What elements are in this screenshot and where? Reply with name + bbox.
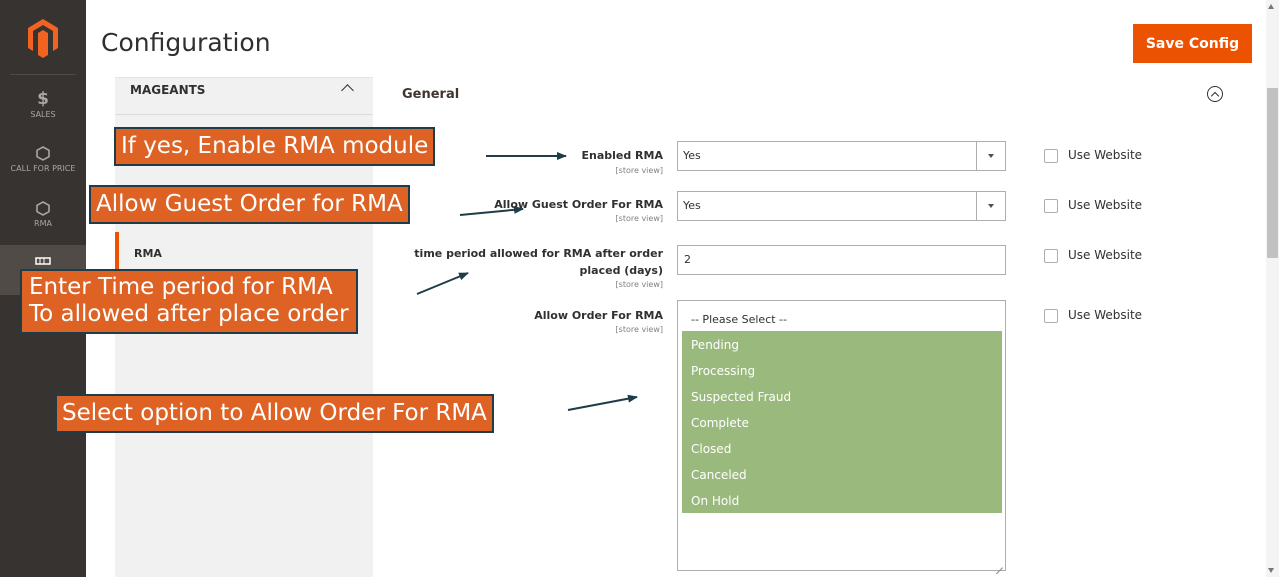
option-complete[interactable]: Complete [682,409,1002,435]
option-on-hold[interactable]: On Hold [682,487,1002,513]
scope-label: [store view] [615,325,663,334]
use-website-checkbox[interactable] [1044,199,1058,213]
scrollbar-thumb[interactable] [1267,88,1278,258]
tab-rma[interactable]: RMA [134,247,162,260]
nav-item-rma[interactable]: RMA [0,201,86,228]
save-config-button[interactable]: Save Config [1133,24,1252,63]
option-pending[interactable]: Pending [682,331,1002,357]
nav-item-label: RMA [34,219,52,228]
chevron-down-icon[interactable] [976,192,1005,220]
nav-item-call-for-price[interactable]: CALL FOR PRICE [0,146,86,173]
use-website-checkbox[interactable] [1044,249,1058,263]
callout-enable-module: If yes, Enable RMA module [114,127,436,166]
option-closed[interactable]: Closed [682,435,1002,461]
callout-time-period: Enter Time period for RMA To allowed aft… [20,269,358,334]
allow-guest-label: Allow Guest Order For RMA [494,198,663,211]
scroll-down-icon[interactable] [1268,568,1274,573]
allow-guest-select[interactable]: Yes [677,191,1006,221]
enabled-rma-label: Enabled RMA [581,149,663,162]
tab-group-mageants[interactable]: MAGEANTS [115,78,373,115]
store-icon [35,257,51,265]
use-website-checkbox[interactable] [1044,309,1058,323]
callout-line: Enter Time period for RMA [29,274,333,300]
scroll-up-icon[interactable] [1268,4,1274,9]
hexagon-icon [36,146,50,161]
nav-divider [10,74,76,75]
use-website-label: Use Website [1068,198,1143,212]
chevron-up-icon [341,84,354,97]
scope-label: [store view] [615,280,663,289]
active-tab-indicator [115,232,119,272]
use-website-label: Use Website [1068,248,1143,262]
option-suspected-fraud[interactable]: Suspected Fraud [682,383,1002,409]
dollar-icon: $ [37,89,49,109]
scrollbar[interactable] [1266,0,1279,577]
nav-item-sales[interactable]: $ SALES [0,90,86,119]
callout-line: To allowed after place order [29,301,349,327]
arrow-allow-order [567,394,638,411]
magento-logo-icon[interactable] [26,18,60,58]
collapse-toggle-icon[interactable] [1207,86,1223,102]
allow-order-multiselect[interactable]: -- Please Select -- Pending Processing S… [677,300,1006,571]
selected-value: Yes [683,199,701,212]
time-period-label: time period allowed for RMA after order [414,247,663,260]
callout-guest-order: Allow Guest Order for RMA [89,185,410,224]
multiselect-placeholder[interactable]: -- Please Select -- [691,313,787,326]
selected-value: Yes [683,149,701,162]
page-title: Configuration [101,28,271,57]
nav-item-label: CALL FOR PRICE [10,164,76,173]
time-period-input[interactable]: 2 [677,245,1006,275]
nav-item-label: SALES [30,110,56,119]
allow-order-label: Allow Order For RMA [534,309,663,322]
use-website-checkbox[interactable] [1044,149,1058,163]
scope-label: [store view] [615,166,663,175]
callout-allow-order: Select option to Allow Order For RMA [55,394,494,433]
option-canceled[interactable]: Canceled [682,461,1002,487]
enabled-rma-select[interactable]: Yes [677,141,1006,171]
use-website-label: Use Website [1068,148,1143,162]
multiselect-options: Pending Processing Suspected Fraud Compl… [682,331,1002,513]
section-title[interactable]: General [402,87,459,102]
time-period-label-line2: placed (days) [579,264,663,277]
option-processing[interactable]: Processing [682,357,1002,383]
chevron-down-icon[interactable] [976,142,1005,170]
use-website-label: Use Website [1068,308,1143,322]
tab-group-label: MAGEANTS [130,83,206,97]
scope-label: [store view] [615,214,663,223]
hexagon-icon [36,201,50,216]
resize-grip-icon[interactable] [995,560,1003,568]
screen: $ SALES CALL FOR PRICE RMA Configuration… [0,0,1279,577]
